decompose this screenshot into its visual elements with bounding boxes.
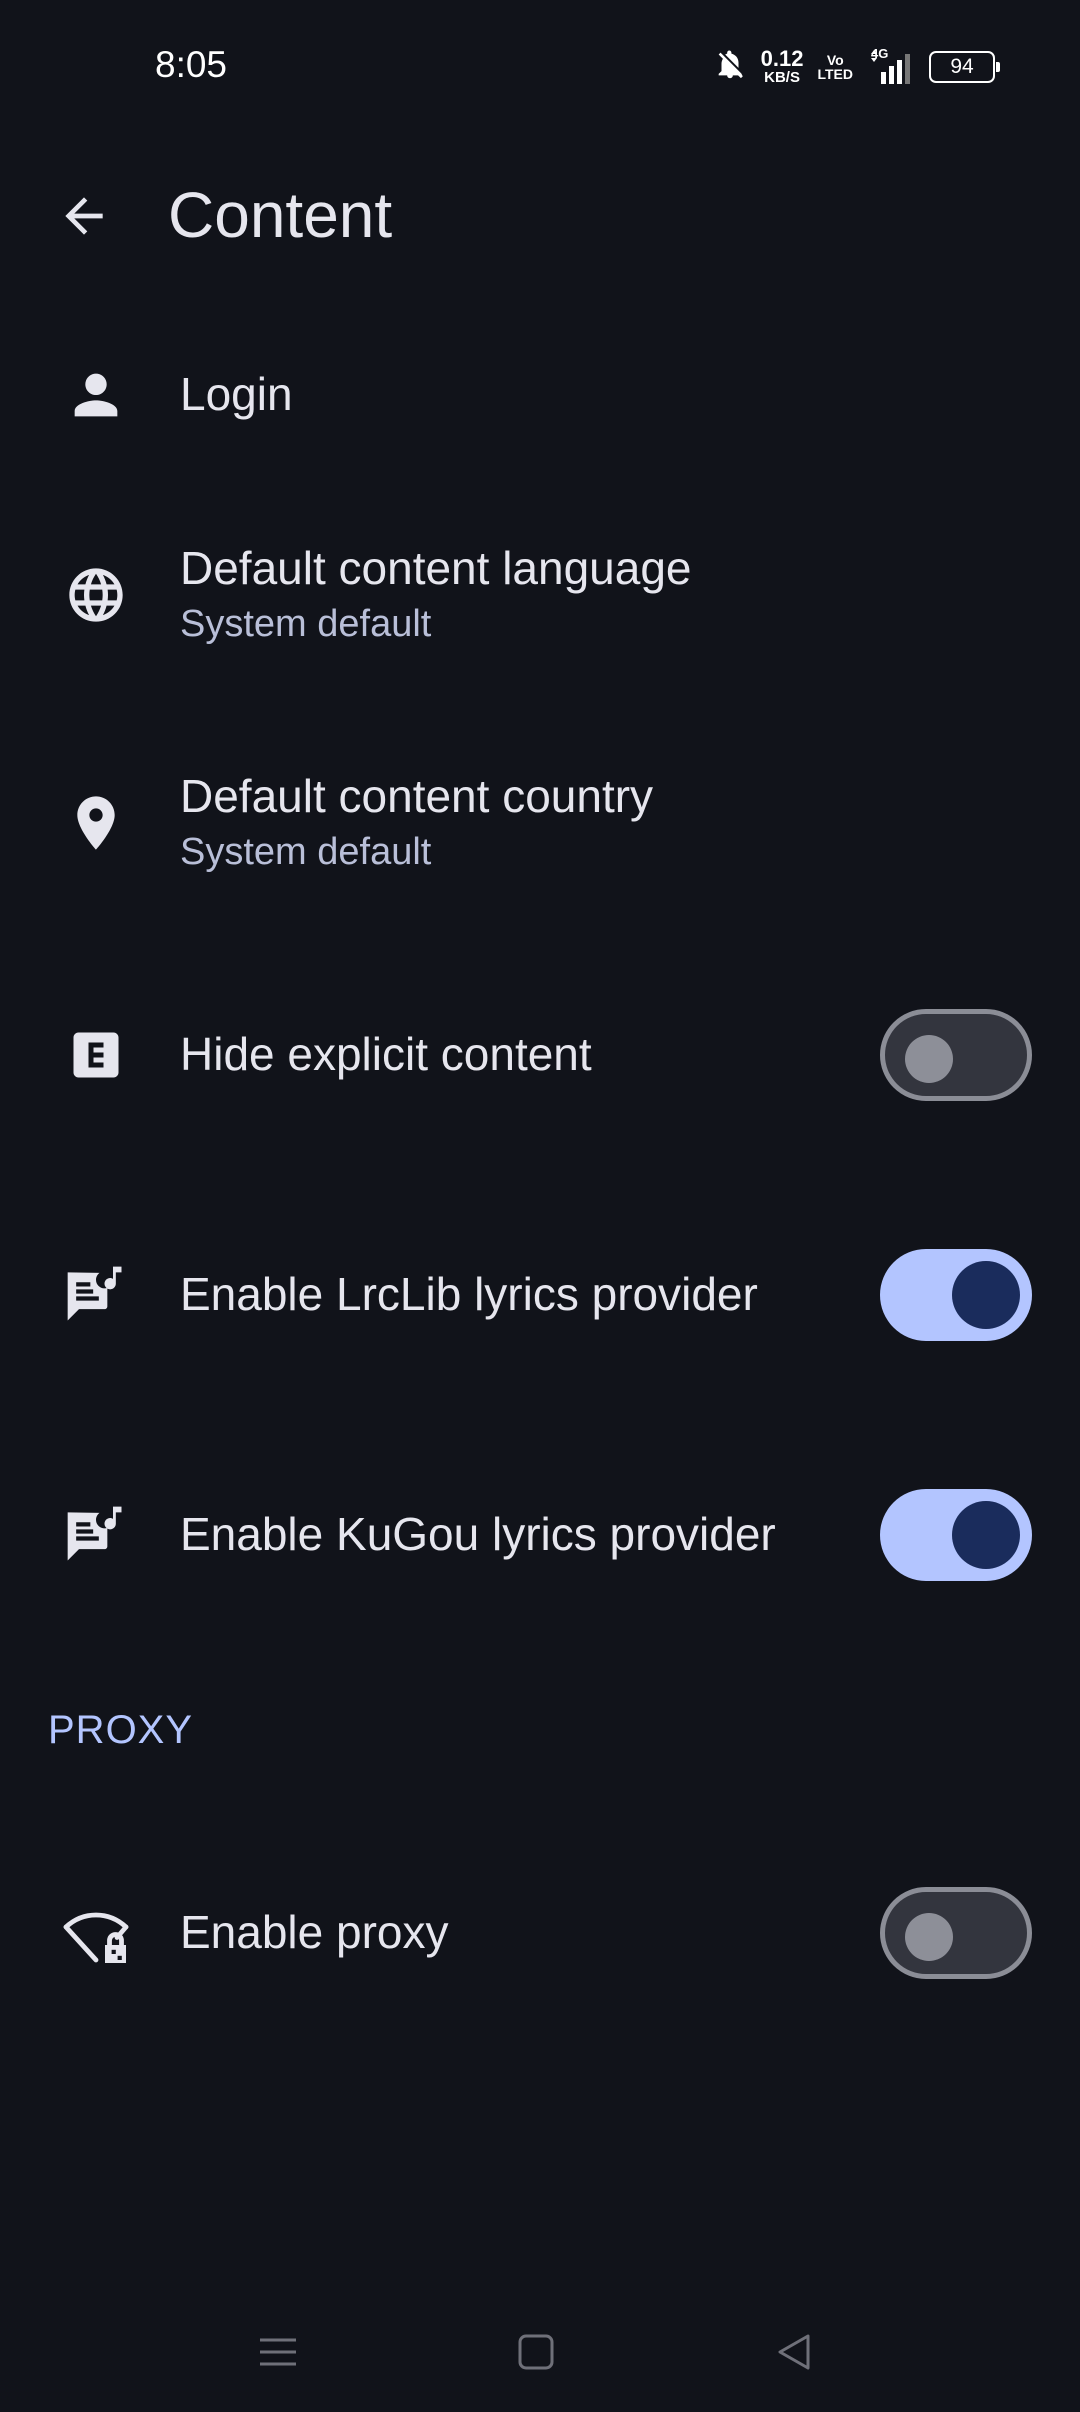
volte-indicator: Vo LTED <box>817 53 853 81</box>
kugou-switch[interactable] <box>880 1489 1032 1581</box>
page-title: Content <box>168 179 393 251</box>
switch-thumb <box>952 1501 1020 1569</box>
recents-button[interactable] <box>248 2324 308 2384</box>
setting-title: Default content country <box>180 769 654 822</box>
setting-title: Enable LrcLib lyrics provider <box>180 1268 758 1321</box>
person-icon <box>60 359 132 431</box>
nav-back-button[interactable] <box>764 2324 824 2384</box>
setting-subtitle: System default <box>180 830 432 873</box>
location-pin-icon <box>60 787 132 859</box>
status-time: 8:05 <box>155 44 228 85</box>
back-icon <box>774 2332 814 2377</box>
status-icons: 0.12 KB/S Vo LTED 4G 94 <box>713 46 1000 87</box>
battery-icon: 94 <box>929 50 1000 83</box>
hide-explicit-switch[interactable] <box>880 1009 1032 1101</box>
volte-bottom: LTED <box>817 65 853 82</box>
proxy-switch[interactable] <box>880 1887 1032 1979</box>
net-speed-unit: KB/S <box>764 69 800 86</box>
setting-title: Enable KuGou lyrics provider <box>180 1508 776 1561</box>
net-speed-value: 0.12 <box>760 46 804 71</box>
lrclib-switch[interactable] <box>880 1249 1032 1341</box>
bell-off-icon <box>713 46 747 87</box>
switch-thumb <box>905 1913 953 1961</box>
setting-title: Default content language <box>180 541 692 594</box>
setting-title: Enable proxy <box>180 1906 449 1959</box>
setting-text: Enable proxy <box>180 1905 449 1960</box>
battery-level: 94 <box>950 54 974 78</box>
home-icon <box>516 2332 556 2377</box>
net-speed: 0.12 KB/S <box>760 46 804 86</box>
setting-text: Default content country System default <box>180 769 653 878</box>
setting-enable-proxy[interactable]: Enable proxy <box>0 1878 1080 1988</box>
setting-subtitle: System default <box>180 602 432 645</box>
arrow-left-icon <box>56 188 112 249</box>
home-button[interactable] <box>506 2324 566 2384</box>
back-button[interactable] <box>48 182 120 254</box>
status-bar: 8:05 0.12 KB/S Vo LTED 4G 94 <box>0 0 1080 140</box>
setting-text: Enable LrcLib lyrics provider <box>180 1267 758 1322</box>
setting-title: Login <box>180 368 293 421</box>
setting-login[interactable]: Login <box>0 340 1080 450</box>
menu-icon <box>258 2332 298 2377</box>
explicit-icon <box>60 1019 132 1091</box>
system-nav-bar <box>0 2300 1080 2412</box>
signal-icon: 4G <box>867 46 915 84</box>
setting-hide-explicit[interactable]: Hide explicit content <box>0 1000 1080 1110</box>
top-app-bar: Content <box>0 150 1080 280</box>
setting-text: Login <box>180 367 293 422</box>
wifi-lock-icon <box>60 1897 132 1969</box>
globe-icon <box>60 559 132 631</box>
setting-content-country[interactable]: Default content country System default <box>0 748 1080 898</box>
switch-thumb <box>905 1035 953 1083</box>
lyrics-icon <box>60 1499 132 1571</box>
section-header-proxy: PROXY <box>48 1708 194 1752</box>
setting-lrclib-provider[interactable]: Enable LrcLib lyrics provider <box>0 1240 1080 1350</box>
network-type: 4G <box>871 45 889 61</box>
switch-thumb <box>952 1261 1020 1329</box>
setting-text: Enable KuGou lyrics provider <box>180 1507 776 1562</box>
setting-text: Hide explicit content <box>180 1027 592 1082</box>
setting-content-language[interactable]: Default content language System default <box>0 520 1080 670</box>
setting-title: Hide explicit content <box>180 1028 592 1081</box>
volte-top: Vo <box>826 51 844 68</box>
lyrics-icon <box>60 1259 132 1331</box>
setting-kugou-provider[interactable]: Enable KuGou lyrics provider <box>0 1480 1080 1590</box>
setting-text: Default content language System default <box>180 541 692 650</box>
